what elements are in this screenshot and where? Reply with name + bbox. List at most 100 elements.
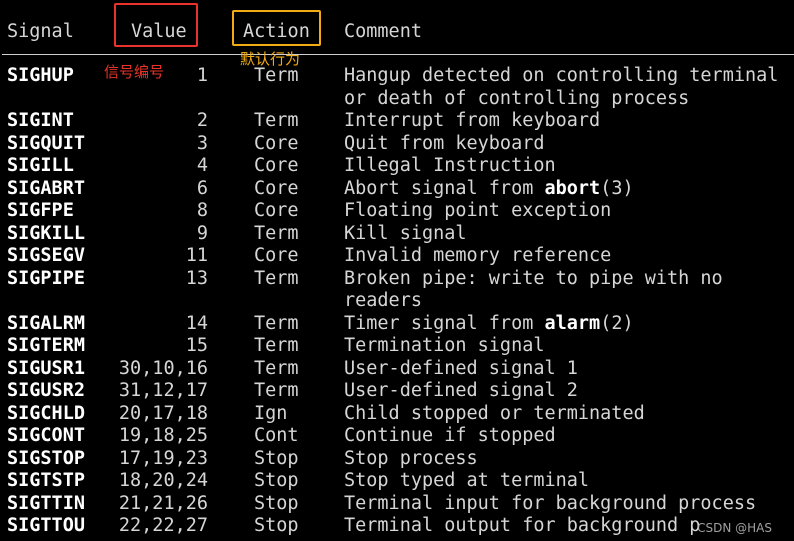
comment-line: or death of controlling process [344, 87, 690, 109]
value-highlight-box [114, 3, 198, 47]
signal-table: SIGHUP 1 Term Hangup detected on controllin… [0, 65, 794, 538]
signal-comment: User-defined signal 1 [344, 358, 578, 381]
signal-comment: Illegal Instruction [344, 155, 556, 178]
comment-line: Broken pipe: write to pipe with no [344, 267, 723, 289]
table-row: SIGUSR1 30,10,16 Term User-defined signal 1 [0, 358, 794, 381]
signal-action: Term [254, 110, 299, 131]
signal-name: SIGFPE [7, 200, 74, 221]
signal-name: SIGSTOP [7, 447, 85, 469]
comment-line: Invalid memory reference [344, 245, 612, 266]
signal-value: 21,21,26 [118, 492, 208, 514]
table-row: SIGTTIN 21,21,26 Stop Terminal input for ba… [0, 493, 794, 516]
signal-action: Core [254, 200, 299, 221]
header-signal: Signal [7, 21, 74, 42]
comment-line: Floating point exception [344, 200, 612, 221]
signal-name: SIGILL [7, 155, 74, 176]
action-annotation: 默认行为 [240, 50, 301, 68]
value-annotation: 信号编号 [104, 63, 165, 81]
signal-value: 6 [196, 177, 208, 199]
signal-name: SIGTTOU [7, 515, 85, 536]
table-row: SIGQUIT 3 Core Quit from keyboard [0, 133, 794, 156]
signal-comment: Invalid memory reference [344, 245, 611, 268]
signal-action: Core [254, 177, 299, 199]
signal-name: SIGTTIN [7, 492, 85, 514]
header-divider [2, 54, 794, 55]
signal-name: SIGALRM [7, 312, 85, 334]
signal-comment: Continue if stopped [344, 425, 556, 448]
signal-value: 22,22,27 [118, 515, 208, 536]
signal-name: SIGHUP [7, 65, 74, 86]
signal-comment: Abort signal from abort(3) [344, 178, 634, 201]
signal-value: 14 [185, 312, 208, 334]
table-row: SIGALRM 14 Term Timer signal from alarm(2) [0, 313, 794, 336]
signal-name: SIGPIPE [7, 267, 85, 289]
signal-name: SIGKILL [7, 222, 85, 244]
table-row: SIGTSTP 18,20,24 Stop Stop typed at termina… [0, 470, 794, 493]
signal-action: Stop [254, 447, 299, 469]
comment-function-name: alarm [544, 312, 601, 334]
signal-name: SIGCHLD [7, 402, 85, 424]
signal-action: Stop [254, 492, 299, 514]
signal-name: SIGCONT [7, 425, 85, 446]
comment-line: Child stopped or terminated [344, 402, 645, 424]
action-highlight-box [232, 10, 321, 46]
signal-value: 17,19,23 [118, 447, 208, 469]
table-row: SIGSTOP 17,19,23 Stop Stop process [0, 448, 794, 471]
signal-action: Stop [254, 470, 299, 491]
comment-line: Terminal output for background p [344, 515, 701, 536]
signal-action: Term [254, 312, 299, 334]
signal-action: Term [254, 357, 299, 379]
signal-comment: User-defined signal 2 [344, 380, 578, 403]
comment-line: Terminal input for background process [344, 492, 757, 514]
signal-action: Term [254, 380, 299, 401]
signal-value: 8 [196, 200, 208, 221]
signal-name: SIGSEGV [7, 245, 85, 266]
table-row: SIGILL 4 Core Illegal Instruction [0, 155, 794, 178]
signal-value: 31,12,17 [118, 380, 208, 401]
signal-comment: Timer signal from alarm(2) [344, 313, 634, 336]
signal-comment: Hangup detected on controlling terminal o… [344, 65, 778, 110]
comment-line: Interrupt from keyboard [344, 110, 601, 131]
table-row: SIGPIPE 13 Term Broken pipe: write to pipe … [0, 268, 794, 313]
comment-text: (3) [600, 177, 634, 199]
table-row: SIGCHLD 20,17,18 Ign Child stopped or termi… [0, 403, 794, 426]
signal-comment: Quit from keyboard [344, 133, 544, 156]
signal-action: Term [254, 65, 299, 86]
table-row: SIGTERM 15 Term Termination signal [0, 335, 794, 358]
table-row: SIGKILL 9 Term Kill signal [0, 223, 794, 246]
signal-comment: Stop process [344, 448, 478, 471]
signal-name: SIGTERM [7, 335, 85, 356]
comment-line: Quit from keyboard [344, 132, 545, 154]
table-row: SIGUSR2 31,12,17 Term User-defined signal 2 [0, 380, 794, 403]
signal-comment: Interrupt from keyboard [344, 110, 600, 133]
signal-name: SIGABRT [7, 177, 85, 199]
table-row: SIGCONT 19,18,25 Cont Continue if stopped [0, 425, 794, 448]
signal-comment: Floating point exception [344, 200, 611, 223]
signal-action: Term [254, 335, 299, 356]
comment-line: Hangup detected on controlling terminal [344, 65, 779, 86]
signal-value: 13 [185, 267, 208, 289]
comment-function-name: abort [544, 177, 601, 199]
signal-value: 11 [185, 245, 208, 266]
signal-comment: Kill signal [344, 223, 467, 246]
signal-action: Term [254, 267, 299, 289]
comment-line: Stop process [344, 447, 478, 469]
signal-name: SIGQUIT [7, 132, 85, 154]
comment-line: User-defined signal 1 [344, 357, 578, 379]
comment-text: (2) [600, 312, 634, 334]
signal-action: Core [254, 245, 299, 266]
signal-value: 4 [196, 155, 208, 176]
signal-comment: Stop typed at terminal [344, 470, 589, 493]
header-comment: Comment [344, 21, 422, 42]
signal-value: 9 [196, 222, 208, 244]
comment-line: Termination signal [344, 335, 545, 356]
signal-value: 18,20,24 [118, 470, 208, 491]
comment-line: Stop typed at terminal [344, 470, 590, 491]
signal-action: Core [254, 155, 299, 176]
signal-value: 2 [196, 110, 208, 131]
signal-name: SIGINT [7, 110, 74, 131]
signal-name: SIGUSR1 [7, 357, 85, 379]
signal-action: Ign [254, 402, 288, 424]
comment-line: Illegal Instruction [344, 155, 556, 176]
signal-name: SIGUSR2 [7, 380, 85, 401]
